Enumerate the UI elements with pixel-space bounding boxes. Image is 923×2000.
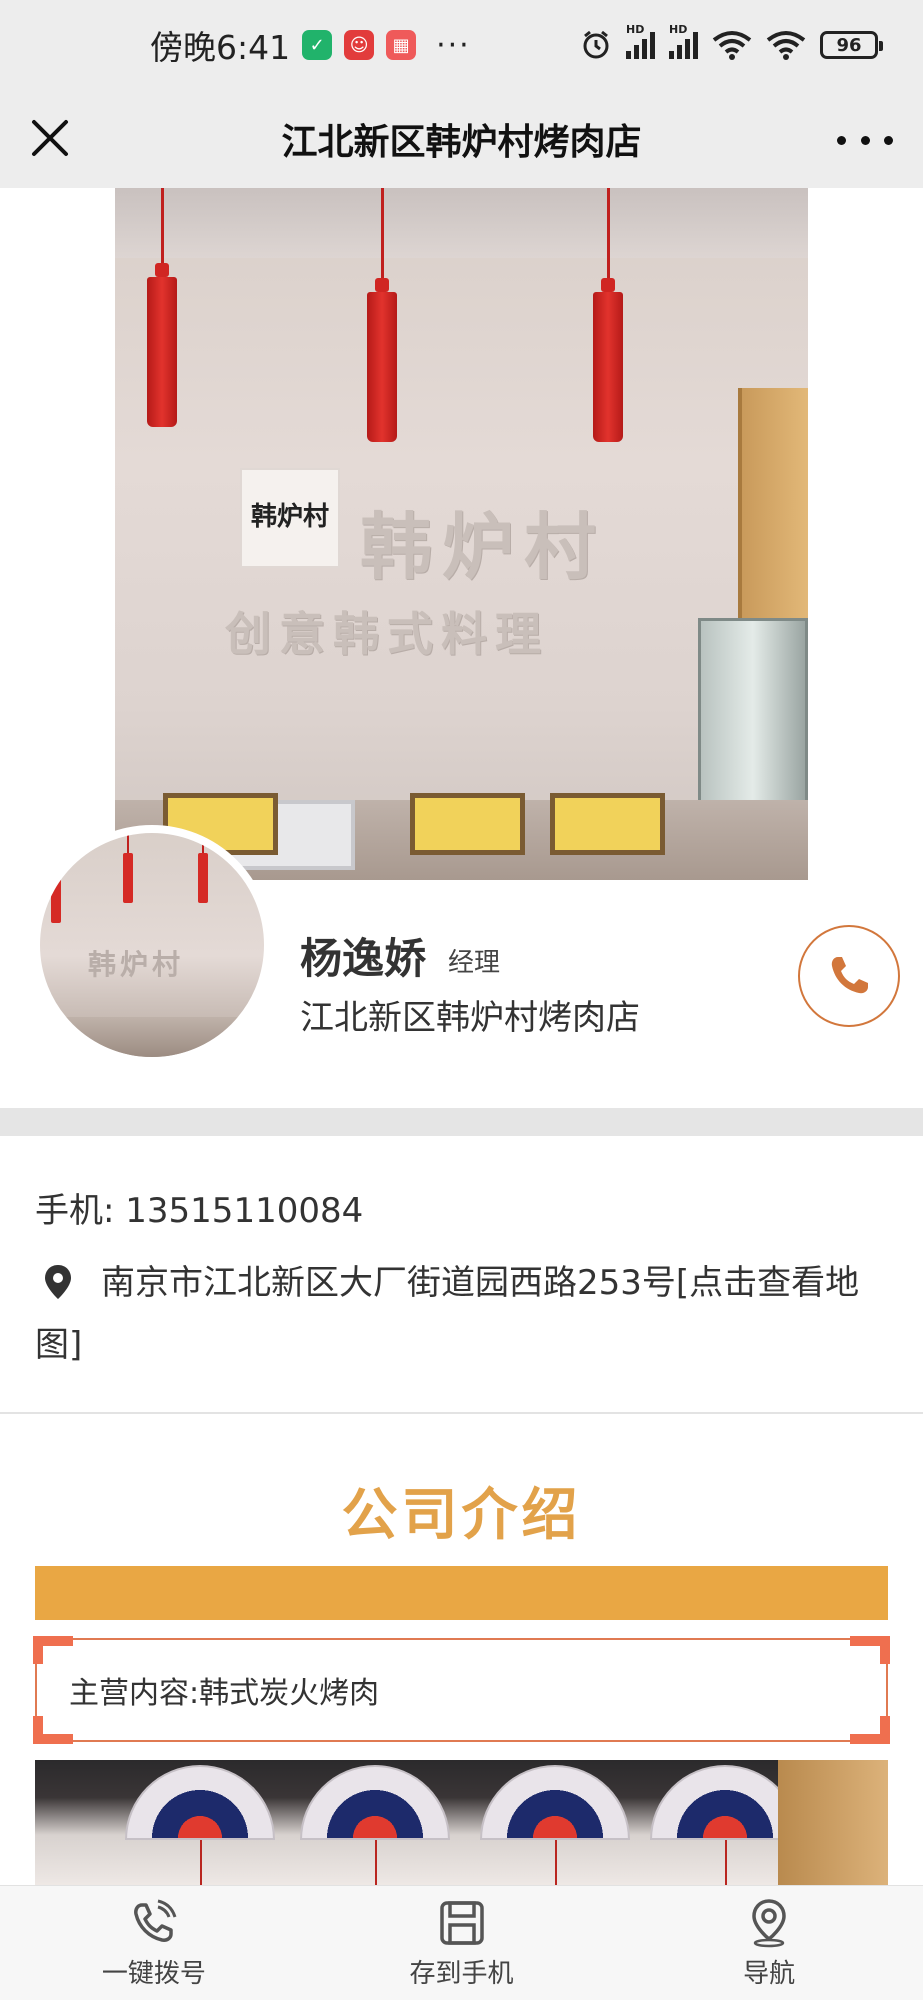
bottom-label: 一键拨号	[101, 1958, 206, 1989]
avatar-wall-sign: 韩炉村	[88, 948, 185, 981]
wall-sign-main: 韩炉村	[360, 505, 607, 589]
frame-corner	[33, 1716, 73, 1744]
contact-role: 经理	[448, 948, 501, 978]
divider-line	[0, 1412, 923, 1414]
frame-corner	[850, 1636, 890, 1664]
battery-indicator: 96	[820, 31, 883, 59]
section-title: 公司介绍	[341, 1483, 582, 1548]
bottom-label: 导航	[743, 1958, 796, 1989]
location-pin-icon	[45, 1265, 71, 1299]
section-accent-bar	[35, 1566, 888, 1620]
page-title: 江北新区韩炉村烤肉店	[281, 122, 642, 163]
frame-corner	[33, 1636, 73, 1664]
store-logo-sign: 韩炉村	[240, 468, 340, 568]
one-tap-dial-button[interactable]: 一键拨号	[0, 1886, 308, 2000]
navigation-pin-icon	[752, 1898, 786, 1947]
close-icon[interactable]	[28, 116, 72, 160]
navigation-button[interactable]: 导航	[615, 1886, 923, 2000]
red-tassel	[365, 188, 399, 442]
alarm-icon	[583, 30, 609, 59]
status-right: HD HD 96	[580, 23, 883, 61]
phone-label: 手机:	[35, 1191, 115, 1231]
bottom-label: 存到手机	[409, 1958, 514, 1989]
status-bar: 傍晚6:41 ✓ ☺ ▦ ··· HD HD 96	[0, 0, 923, 90]
contact-name: 杨逸娇	[300, 934, 427, 983]
signal-1-icon: HD	[626, 23, 655, 59]
red-tassel	[145, 188, 179, 427]
certificate-frame	[550, 793, 665, 855]
frame-corner	[850, 1716, 890, 1744]
certificate-frame	[410, 793, 525, 855]
more-notifications-icon: ···	[436, 27, 471, 63]
address-text[interactable]: 南京市江北新区大厂街道园西路253号[点击查看地图]	[35, 1263, 859, 1365]
paper-fan-decoration	[300, 1765, 450, 1840]
shield-app-icon: ✓	[302, 30, 333, 60]
phone-icon	[831, 957, 868, 994]
avatar: 韩炉村	[32, 825, 272, 1065]
business-scope-text: 主营内容:韩式炭火烤肉	[69, 1676, 380, 1711]
nav-bar: 江北新区韩炉村烤肉店	[0, 90, 923, 188]
store-hero-photo: 韩炉村 韩炉村 创意韩式料理	[115, 188, 808, 880]
address-row[interactable]: 南京市江北新区大厂街道园西路253号[点击查看地图]	[35, 1252, 895, 1376]
save-icon	[439, 1900, 484, 1945]
signal-2-icon: HD	[669, 23, 698, 59]
phone-icon	[133, 1899, 177, 1942]
paper-fan-decoration	[125, 1765, 275, 1840]
store-interior-photo	[35, 1760, 888, 1885]
wooden-shelf	[778, 1760, 888, 1885]
phone-number[interactable]: 13515110084	[125, 1191, 363, 1231]
more-options-button[interactable]	[837, 120, 893, 160]
contact-company: 江北新区韩炉村烤肉店	[300, 998, 640, 1038]
status-time: 傍晚6:41	[150, 28, 291, 67]
status-left: 傍晚6:41 ✓ ☺ ▦ ···	[150, 21, 471, 69]
more-dot	[860, 135, 870, 145]
section-divider	[0, 1108, 923, 1136]
wifi-2-icon	[766, 31, 806, 60]
wifi-1-icon	[712, 31, 752, 60]
ceiling	[115, 188, 808, 258]
red-tassel	[591, 188, 625, 442]
more-dot	[884, 135, 893, 145]
more-dot	[837, 135, 846, 145]
grid-app-icon: ▦	[386, 30, 417, 60]
call-button[interactable]	[798, 925, 900, 1027]
bottom-action-bar: 一键拨号 存到手机 导航	[0, 1885, 923, 2000]
wooden-shelf	[738, 388, 808, 648]
paper-fan-decoration	[480, 1765, 630, 1840]
business-scope-box: 主营内容:韩式炭火烤肉	[33, 1636, 890, 1744]
cartoon-app-icon: ☺	[344, 30, 375, 60]
wall-sign-sub: 创意韩式料理	[225, 607, 549, 661]
phone-row[interactable]: 手机: 13515110084	[35, 1183, 363, 1232]
save-to-phone-button[interactable]: 存到手机	[308, 1886, 616, 2000]
